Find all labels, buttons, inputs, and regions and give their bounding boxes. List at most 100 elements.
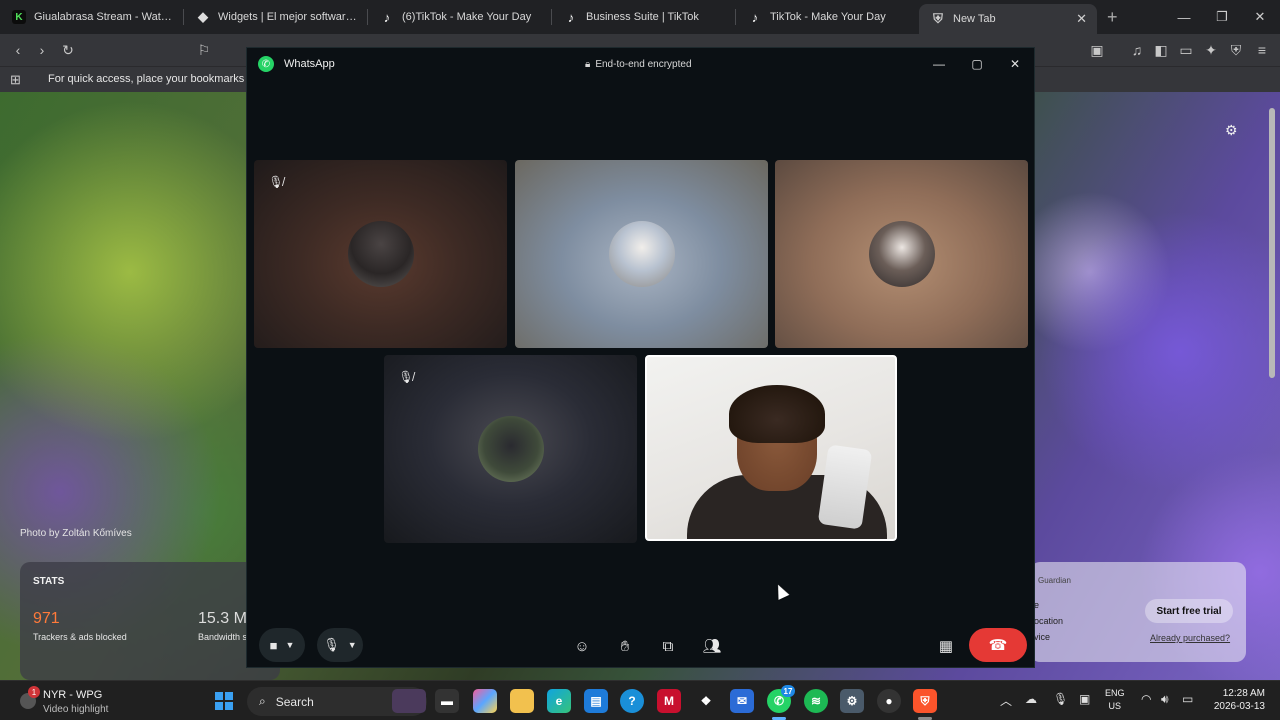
new-tab-button[interactable]: + [1107,7,1118,28]
tiktok-icon: ♪ [567,9,575,25]
reload-icon[interactable]: ↻ [56,34,80,66]
reader-mode-icon[interactable]: ▣ [1085,34,1109,66]
trackers-blocked-label: Trackers & ads blocked [33,632,127,642]
chevron-up-icon[interactable]: ︿ [1000,692,1012,709]
spotify-icon[interactable]: ≋ [804,689,828,713]
maximize-icon[interactable]: ❐ [1202,0,1242,34]
participants-icon[interactable]: 👥︎ [699,634,725,658]
tab-new-tab[interactable]: ⛨ New Tab ✕ [919,4,1097,34]
edge-icon[interactable]: e [547,689,571,713]
cloud-icon[interactable]: ☁ [1025,692,1037,706]
copilot-icon[interactable] [473,689,497,713]
tab-giualabrasa[interactable]: K Giualabrasa Stream - Watch Live [0,0,183,34]
sidebar-icon[interactable]: ◧ [1149,34,1173,66]
windows-taskbar: 1 NYR - WPG Video highlight ⌕ Search ▬ e… [0,680,1280,720]
encryption-label: End-to-end encrypted [595,59,692,70]
copilot-art-icon[interactable] [392,689,426,713]
microphone-tray-icon[interactable]: 🎙︎ [1053,692,1068,706]
volume-icon[interactable]: 🔊︎ [1161,692,1169,707]
scrollbar[interactable] [1268,96,1276,680]
battery-icon[interactable]: ▭ [1182,692,1193,706]
app-tray-icon[interactable]: ▣ [1079,692,1090,706]
tab-title: Widgets | El mejor software para [218,11,357,23]
guardian-brand: Guardian [1038,576,1071,585]
tab-tiktok[interactable]: ♪ TikTok - Make Your Day [736,0,919,34]
brave-shield-icon: ⛨ [933,11,943,26]
news-widget[interactable]: 1 NYR - WPG Video highlight [20,685,150,717]
store-icon[interactable]: ▤ [584,689,608,713]
close-tab-icon[interactable]: ✕ [1076,11,1087,27]
layout-grid-icon[interactable]: ▦ [933,634,959,658]
avatar [477,416,544,482]
participant-tile[interactable] [775,160,1028,348]
lock-icon: 🔒︎ [585,59,591,70]
settings-icon[interactable]: ⚙ [840,689,864,713]
leo-icon[interactable]: ✦ [1199,34,1223,66]
close-window-icon[interactable]: ✕ [1240,0,1280,34]
camera-toggle[interactable]: ■ ▼ [259,628,305,662]
back-icon[interactable]: ‹ [6,34,30,66]
file-explorer-icon[interactable] [510,689,534,713]
widgets-icon: ◆ [198,9,208,24]
close-icon[interactable]: ✕ [1002,52,1028,76]
mcafee-icon[interactable]: M [657,689,681,713]
dropbox-icon[interactable]: ❖ [694,689,718,713]
whatsapp-app-name: WhatsApp [284,58,335,70]
avatar [608,221,675,287]
photo-credit: Photo by Zoltán Kőmíves [20,528,132,539]
maximize-icon[interactable]: ▢ [964,52,990,76]
participant-tile[interactable] [515,160,768,348]
task-view-icon[interactable]: ▬ [435,689,459,713]
call-controls: ■ ▼ 🎙︎ ▼ ☺ ✋︎ ⧉ 👥︎ ▦ ☎ [247,628,1034,668]
muted-mic-icon: 🎙︎̸ [268,175,284,189]
tab-title: (6)TikTok - Make Your Day [402,11,532,23]
tab-title: Business Suite | TikTok [586,11,699,23]
news-subline: Video highlight [43,704,109,715]
chevron-down-icon[interactable]: ▼ [285,640,294,650]
avatar [868,221,935,287]
language-indicator[interactable]: ENG US [1105,687,1125,713]
raise-hand-icon[interactable]: ✋︎ [612,634,638,658]
tab-tiktok-business[interactable]: ♪ Business Suite | TikTok [552,0,735,34]
tab-tiktok-6[interactable]: ♪ (6)TikTok - Make Your Day [368,0,551,34]
vpn-feature-3: vice [1034,632,1051,642]
gear-icon[interactable]: ⚙ [1225,122,1238,139]
phone-hangup-icon: ☎ [988,637,1008,654]
vpn-shield-icon[interactable]: ⛨ [1224,34,1248,66]
avatar [347,221,414,287]
chevron-down-icon[interactable]: ▼ [348,640,357,650]
start-free-trial-button[interactable]: Start free trial [1145,599,1233,623]
wifi-icon[interactable]: ◠ [1141,692,1151,706]
screen-share-icon[interactable]: ⧉ [655,634,681,658]
bookmark-icon[interactable]: ⚐ [192,34,216,66]
forward-icon[interactable]: › [30,34,54,66]
whatsapp-titlebar: ✆ WhatsApp 🔒︎ End-to-end encrypted — ▢ ✕ [247,48,1034,80]
search-icon: ⌕ [259,694,266,708]
brave-icon[interactable]: ⛨ [913,689,937,713]
help-icon[interactable]: ? [620,689,644,713]
tiktok-icon: ♪ [751,9,759,25]
already-purchased-link[interactable]: Already purchased? [1150,633,1230,643]
menu-icon[interactable]: ≡ [1250,34,1274,66]
mail-icon[interactable]: ✉ [730,689,754,713]
encryption-notice: 🔒︎ End-to-end encrypted [585,59,692,70]
system-clock[interactable]: 12:28 AM 2026-03-13 [1195,687,1265,713]
windows-start-icon[interactable] [215,692,233,710]
apps-grid-icon[interactable]: ⊞ [10,72,21,88]
tab-widgets[interactable]: ◆ Widgets | El mejor software para [184,0,367,34]
obs-icon[interactable]: ● [877,689,901,713]
end-call-button[interactable]: ☎ [969,628,1027,662]
microphone-toggle[interactable]: 🎙︎ ▼ [317,628,363,662]
self-video-tile[interactable] [645,355,897,541]
clock-time: 12:28 AM [1222,688,1265,699]
media-icon[interactable]: ♫ [1125,34,1149,66]
wallet-icon[interactable]: ▭ [1174,34,1198,66]
vpn-promo-card: Guardian e ocation vice Start free trial… [1030,562,1246,662]
participant-tile[interactable]: 🎙︎̸ [384,355,637,543]
scrollbar-thumb[interactable] [1269,108,1275,378]
microphone-icon: 🎙︎ [323,637,340,652]
minimize-icon[interactable]: — [1164,0,1204,34]
reactions-emoji-icon[interactable]: ☺ [569,634,595,658]
participant-tile[interactable]: 🎙︎̸ [254,160,507,348]
minimize-icon[interactable]: — [926,52,952,76]
